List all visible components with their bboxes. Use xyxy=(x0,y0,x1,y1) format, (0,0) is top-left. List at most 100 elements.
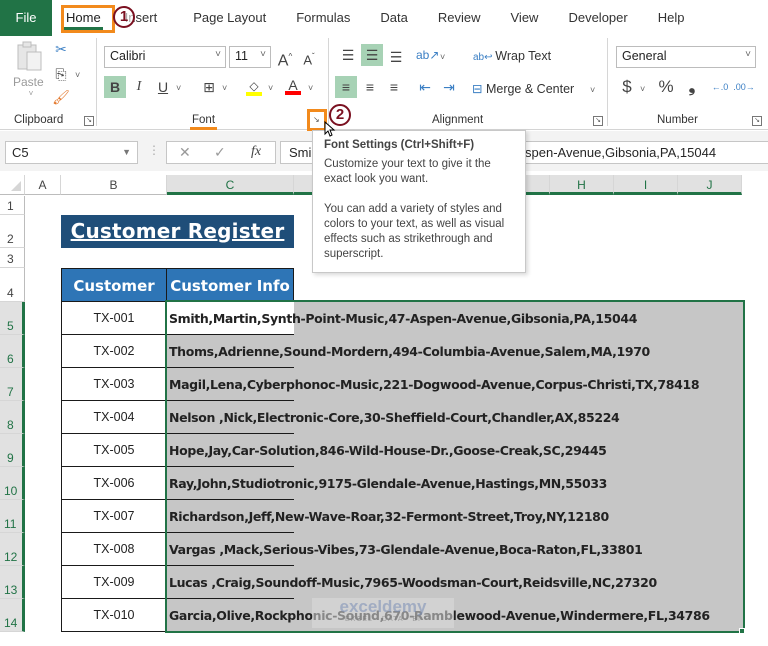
decrease-decimal-icon[interactable]: .00→ xyxy=(733,76,755,98)
table-row-id[interactable]: TX-008 xyxy=(61,533,167,566)
fill-color-icon[interactable]: ◇ xyxy=(243,75,265,97)
underline-chevron-icon[interactable]: ˅ xyxy=(176,83,181,93)
increase-indent-icon[interactable]: ⇥ xyxy=(438,76,460,98)
orientation-chevron-icon[interactable]: ˅ xyxy=(440,52,445,62)
row-header-14[interactable]: 14 xyxy=(0,599,25,632)
name-box[interactable]: C5 ▼ xyxy=(5,141,138,164)
number-format-select[interactable]: General ˅ xyxy=(616,46,756,68)
bold-button[interactable]: B xyxy=(104,76,126,98)
alignment-group-label: Alignment xyxy=(432,114,484,126)
wrap-text-label: Wrap Text xyxy=(495,49,552,63)
merge-center-icon: ⊟ xyxy=(472,82,486,96)
comma-style-button[interactable]: ❟ xyxy=(681,76,703,98)
orientation-icon[interactable]: ab↗ xyxy=(416,44,439,66)
row-header-6[interactable]: 6 xyxy=(0,335,25,368)
table-row-id[interactable]: TX-009 xyxy=(61,566,167,599)
home-tab-highlight xyxy=(61,5,115,33)
table-row-id[interactable]: TX-005 xyxy=(61,434,167,467)
align-middle-icon[interactable]: ☰ xyxy=(361,44,383,66)
cut-icon[interactable]: ✂ xyxy=(50,38,72,60)
percent-button[interactable]: % xyxy=(655,76,677,98)
borders-chevron-icon[interactable]: ˅ xyxy=(222,83,227,93)
sheet-title[interactable]: Customer Register xyxy=(61,215,294,248)
wrap-text-button[interactable]: ab↩ Wrap Text xyxy=(473,49,551,63)
enter-icon[interactable]: ✓ xyxy=(214,144,226,161)
paste-button[interactable]: Paste ˅ xyxy=(13,40,49,100)
align-bottom-icon[interactable]: ☰ xyxy=(385,46,407,68)
table-row-id[interactable]: TX-010 xyxy=(61,599,167,632)
separator xyxy=(607,38,608,126)
tab-view[interactable]: View xyxy=(495,0,553,36)
row-header-1[interactable]: 1 xyxy=(0,196,25,215)
header-customer-id[interactable]: Customer ID xyxy=(61,268,167,329)
font-color-chevron-icon[interactable]: ˅ xyxy=(308,83,313,93)
row-header-8[interactable]: 8 xyxy=(0,401,25,434)
row-header-11[interactable]: 11 xyxy=(0,500,25,533)
cancel-icon[interactable]: ✕ xyxy=(179,144,191,161)
table-row-id[interactable]: TX-001 xyxy=(61,302,167,335)
column-header-b[interactable]: B xyxy=(61,175,167,195)
row-header-4[interactable]: 4 xyxy=(0,268,25,302)
step-1-badge: 1 xyxy=(113,6,135,28)
font-name-select[interactable]: Calibri ˅ xyxy=(104,46,226,68)
align-right-icon[interactable]: ≡ xyxy=(383,76,405,98)
paste-label: Paste xyxy=(13,75,44,89)
clipboard-launcher-icon[interactable]: ↘ xyxy=(84,116,94,126)
table-row-id[interactable]: TX-006 xyxy=(61,467,167,500)
row-header-2[interactable]: 2 xyxy=(0,215,25,248)
select-all-corner[interactable] xyxy=(0,175,25,195)
decrease-font-size-icon[interactable]: Aˇ xyxy=(298,46,320,68)
table-row-id[interactable]: TX-003 xyxy=(61,368,167,401)
increase-font-size-icon[interactable]: A^ xyxy=(274,46,296,69)
row-header-3[interactable]: 3 xyxy=(0,248,25,268)
row-header-12[interactable]: 12 xyxy=(0,533,25,566)
currency-chevron-icon[interactable]: ˅ xyxy=(640,84,645,94)
underline-button[interactable]: U xyxy=(152,76,174,98)
merge-center-button[interactable]: ⊟ Merge & Center xyxy=(472,81,574,96)
currency-button[interactable]: $ xyxy=(616,76,638,98)
tab-help[interactable]: Help xyxy=(642,0,699,36)
fill-handle[interactable] xyxy=(739,628,745,634)
row-header-7[interactable]: 7 xyxy=(0,368,25,401)
row-header-9[interactable]: 9 xyxy=(0,434,25,467)
increase-decimal-icon[interactable]: ←.0 xyxy=(709,76,731,98)
italic-button[interactable]: I xyxy=(128,76,150,98)
number-launcher-icon[interactable]: ↘ xyxy=(752,116,762,126)
borders-icon[interactable]: ⊞ xyxy=(198,76,220,98)
table-row-id[interactable]: TX-007 xyxy=(61,500,167,533)
fill-color-chevron-icon[interactable]: ˅ xyxy=(268,83,273,93)
row-header-5[interactable]: 5 xyxy=(0,302,25,335)
align-center-icon[interactable]: ≡ xyxy=(359,76,381,98)
table-row-id[interactable]: TX-004 xyxy=(61,401,167,434)
copy-icon[interactable]: ⎘ xyxy=(50,63,72,85)
tab-page-layout[interactable]: Page Layout xyxy=(171,0,280,36)
merge-center-label: Merge & Center xyxy=(485,82,575,96)
tab-review[interactable]: Review xyxy=(422,0,495,36)
row-header-10[interactable]: 10 xyxy=(0,467,25,500)
tab-developer[interactable]: Developer xyxy=(552,0,641,36)
column-header-j[interactable]: J xyxy=(678,175,742,195)
table-row-id[interactable]: TX-002 xyxy=(61,335,167,368)
column-header-i[interactable]: I xyxy=(614,175,678,195)
tab-formulas[interactable]: Formulas xyxy=(280,0,364,36)
chevron-down-icon: ˅ xyxy=(215,49,221,60)
tab-file[interactable]: File xyxy=(0,0,52,36)
align-top-icon[interactable]: ☰ xyxy=(337,44,359,66)
tab-data[interactable]: Data xyxy=(364,0,421,36)
column-header-c[interactable]: C xyxy=(167,175,294,195)
watermark-logo: exceldemy xyxy=(339,597,427,616)
copy-chevron-icon[interactable]: ˅ xyxy=(75,70,80,80)
format-painter-icon[interactable]: 🖌 xyxy=(50,86,72,108)
insert-function-icon[interactable]: fx xyxy=(251,144,261,160)
row-header-13[interactable]: 13 xyxy=(0,566,25,599)
alignment-launcher-icon[interactable]: ↘ xyxy=(593,116,603,126)
header-customer-info[interactable]: Customer Info xyxy=(166,268,294,302)
merge-center-chevron-icon[interactable]: ˅ xyxy=(590,85,595,95)
decrease-indent-icon[interactable]: ⇤ xyxy=(414,76,436,98)
column-header-a[interactable]: A xyxy=(25,175,61,195)
font-color-icon[interactable]: A xyxy=(282,74,304,96)
align-left-icon[interactable]: ≡ xyxy=(335,76,357,98)
formula-text-right: spen-Avenue,Gibsonia,PA,15044 xyxy=(525,145,717,160)
column-header-h[interactable]: H xyxy=(550,175,614,195)
font-size-select[interactable]: 11 ˅ xyxy=(229,46,271,68)
